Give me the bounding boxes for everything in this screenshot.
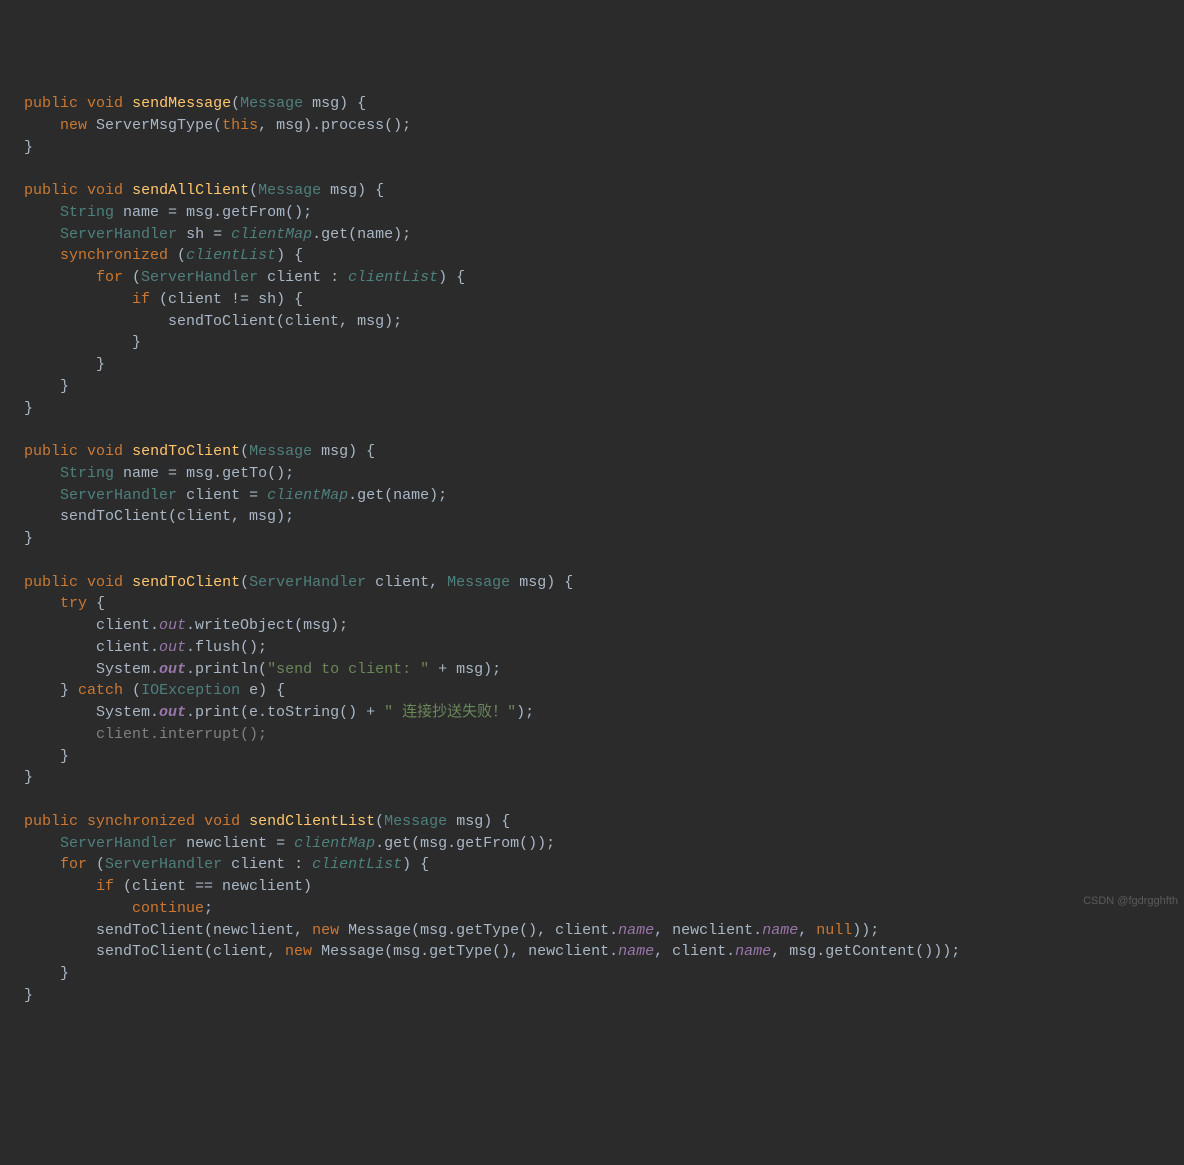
watermark-text: CSDN @fgdrgghfth xyxy=(1083,894,1178,910)
java-code-block: public void sendMessage(Message msg) { n… xyxy=(0,93,1184,1007)
l: public void sendMessage(Message msg) { xyxy=(24,95,366,112)
